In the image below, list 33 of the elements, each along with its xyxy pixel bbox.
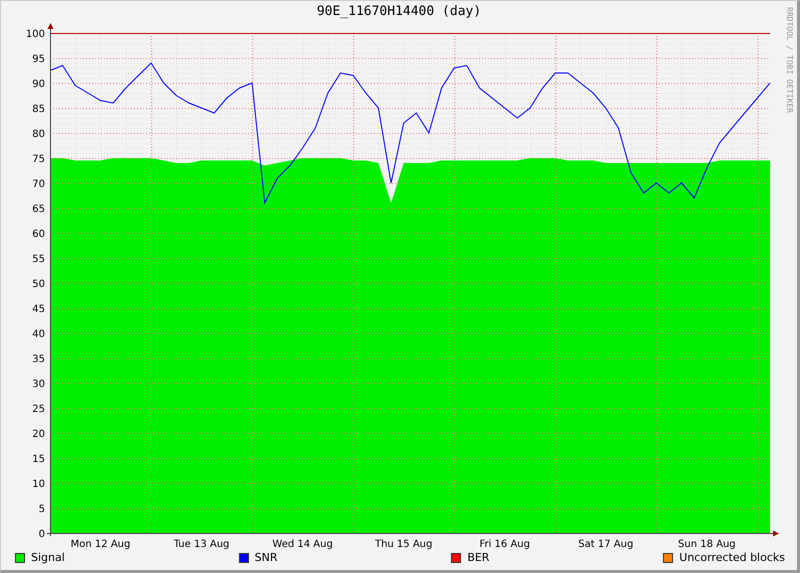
y-tick-label: 30	[32, 379, 45, 390]
y-tick-label: 5	[38, 504, 45, 515]
y-tick-label: 100	[26, 29, 45, 40]
y-tick-label: 60	[32, 229, 45, 240]
legend-label: Uncorrected blocks	[679, 551, 785, 564]
x-tick-label: Sat 17 Aug	[578, 539, 634, 550]
x-tick-label: Fri 16 Aug	[479, 539, 530, 550]
y-tick-label: 20	[32, 429, 45, 440]
legend-label: Signal	[31, 551, 65, 564]
y-tick-label: 90	[32, 79, 45, 90]
x-tick-label: Mon 12 Aug	[70, 539, 130, 550]
y-tick-label: 45	[32, 304, 45, 315]
y-tick-label: 65	[32, 204, 45, 215]
x-tick-label: Wed 14 Aug	[272, 539, 333, 550]
x-tick-label: Thu 15 Aug	[374, 539, 432, 550]
y-tick-label: 10	[32, 479, 45, 490]
y-tick-label: 0	[38, 529, 45, 540]
y-tick-label: 80	[32, 129, 45, 140]
x-tick-label: Tue 13 Aug	[174, 539, 230, 550]
legend-label: BER	[467, 551, 490, 564]
y-tick-label: 70	[32, 179, 45, 190]
y-tick-label: 55	[32, 254, 45, 265]
y-tick-label: 50	[32, 279, 45, 290]
y-tick-label: 95	[32, 54, 45, 65]
y-tick-label: 85	[32, 104, 45, 115]
y-tick-label: 75	[32, 154, 45, 165]
side-credit-text: RRDTOOL / TOBI OETIKER	[785, 7, 794, 113]
y-tick-label: 25	[32, 404, 45, 415]
legend-label: SNR	[254, 551, 278, 564]
y-tick-label: 40	[32, 329, 45, 340]
y-tick-label: 15	[32, 454, 45, 465]
y-tick-label: 35	[32, 354, 45, 365]
x-tick-label: Sun 18 Aug	[678, 539, 736, 550]
